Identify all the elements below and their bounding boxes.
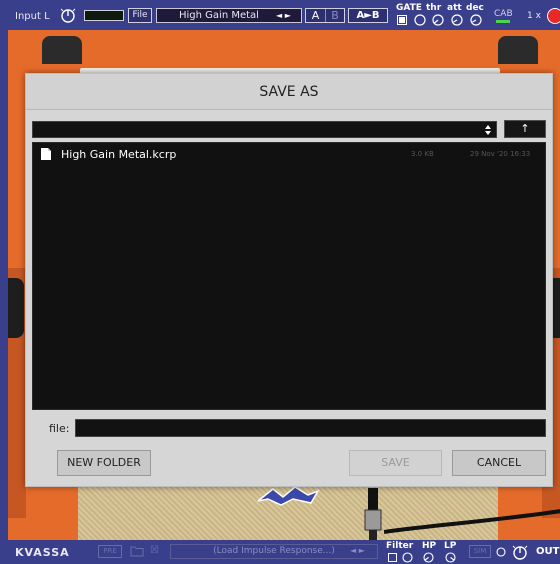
parent-folder-button[interactable]: ↑ [504, 120, 546, 138]
dialog-title: SAVE AS [26, 74, 552, 110]
lowpass-label: LP [444, 541, 457, 551]
ir-clear-icon[interactable]: ☒ [150, 545, 162, 557]
file-size: 3.0 KB [411, 150, 434, 158]
cab-led-indicator [496, 20, 510, 23]
file-menu-button[interactable]: File [128, 8, 152, 23]
document-icon [41, 148, 51, 160]
input-channel-label[interactable]: Input L [15, 11, 50, 22]
amp-handle-left [42, 36, 82, 64]
amp-handle-right [498, 36, 538, 64]
lowpass-knob-icon[interactable] [445, 552, 456, 563]
filename-label: file: [49, 422, 70, 435]
ab-b-button[interactable]: B [325, 9, 344, 22]
gate-attack-label: att [447, 3, 462, 13]
cable-icon [384, 509, 560, 534]
threshold-knob-icon[interactable] [432, 14, 444, 26]
input-gain-knob-icon[interactable] [60, 7, 76, 23]
ab-a-button[interactable]: A [306, 9, 325, 22]
path-dropdown[interactable] [32, 121, 497, 138]
filename-input[interactable] [75, 419, 546, 437]
file-row[interactable]: High Gain Metal.kcrp 3.0 KB 29 Nov '20 1… [33, 143, 545, 163]
gate-decay-label: dec [466, 3, 484, 13]
output-label: OUT [536, 546, 560, 557]
gate-toggle[interactable] [397, 15, 407, 25]
filter-knob-icon[interactable] [402, 552, 413, 563]
input-level-meter [84, 10, 124, 21]
new-folder-button[interactable]: NEW FOLDER [57, 450, 151, 476]
output-toggle-icon[interactable] [496, 547, 506, 557]
filter-toggle[interactable] [388, 553, 397, 562]
preset-nav-arrows[interactable]: ◄ ► [276, 8, 300, 23]
gate-threshold-label: thr [426, 3, 442, 13]
highpass-label: HP [422, 541, 437, 551]
arrow-up-icon: ↑ [520, 122, 530, 135]
file-date: 29 Nov '20 16:33 [470, 150, 531, 158]
cancel-button[interactable]: CANCEL [452, 450, 546, 476]
updown-arrow-icon [485, 125, 491, 135]
amp-corner-left [8, 278, 24, 338]
highpass-knob-icon[interactable] [423, 552, 434, 563]
top-toolbar: Input L File High Gain Metal ◄ ► A B A►B… [0, 0, 560, 30]
power-button[interactable] [547, 8, 560, 24]
gate-knob-icon[interactable] [414, 14, 426, 26]
ir-nav-arrows[interactable]: ◄ ► [350, 546, 365, 555]
impulse-response-selector[interactable]: (Load Impulse Response...) [170, 544, 378, 559]
oversampling-label[interactable]: 1 x [527, 11, 541, 21]
ab-switch[interactable]: A B [305, 8, 345, 23]
output-knob-icon[interactable] [512, 543, 528, 560]
cab-label[interactable]: CAB [494, 9, 513, 19]
copy-a-to-b-button[interactable]: A►B [348, 8, 388, 23]
file-list[interactable]: High Gain Metal.kcrp 3.0 KB 29 Nov '20 1… [32, 142, 546, 410]
bottom-toolbar: KVASSA PRE ☒ (Load Impulse Response...) … [0, 540, 560, 564]
save-as-dialog: SAVE AS ↑ High Gain Metal.kcrp 3.0 KB 29… [25, 73, 553, 487]
filter-label: Filter [386, 541, 414, 551]
ir-pre-button[interactable]: PRE [98, 545, 122, 558]
save-button[interactable]: SAVE [349, 450, 442, 476]
gate-label: GATE [396, 3, 422, 13]
folder-icon[interactable] [130, 545, 144, 557]
brand-logo: KVASSA [15, 546, 70, 559]
sim-button[interactable]: SIM [469, 545, 491, 558]
file-name: High Gain Metal.kcrp [61, 148, 177, 161]
left-blue-edge [0, 0, 8, 564]
decay-knob-icon[interactable] [470, 14, 482, 26]
attack-knob-icon[interactable] [451, 14, 463, 26]
